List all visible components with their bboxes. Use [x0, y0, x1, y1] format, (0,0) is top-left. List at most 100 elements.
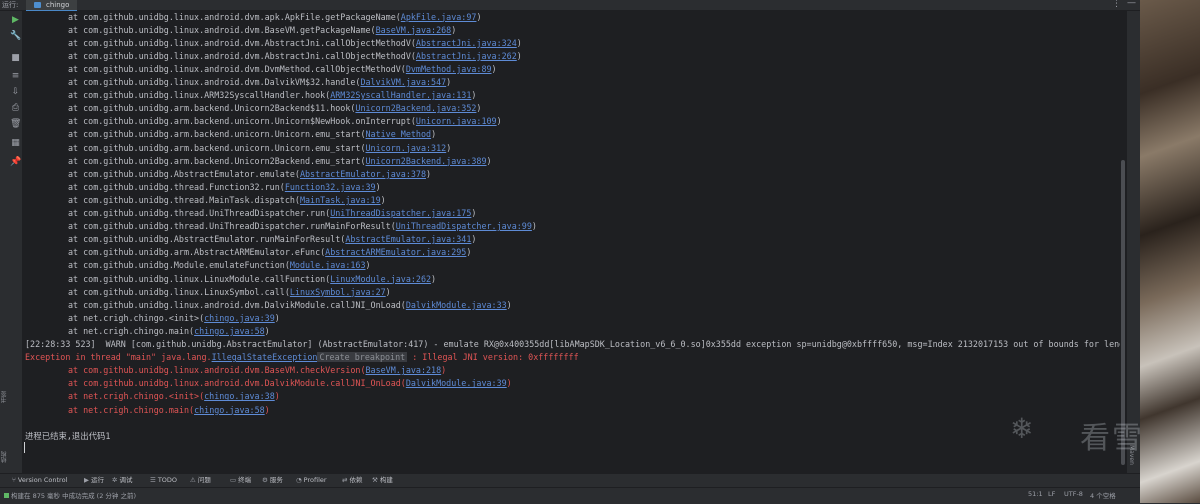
- tool-window-label: 服务: [269, 476, 283, 484]
- source-link[interactable]: AbstractJni.java:324: [416, 38, 517, 48]
- line-text: at com.github.unidbg.linux.android.dvm.A…: [68, 50, 416, 61]
- trash-icon[interactable]: 🗑: [10, 119, 21, 129]
- console-line: at com.github.unidbg.thread.UniThreadDis…: [25, 207, 476, 220]
- source-link[interactable]: AbstractEmulator.java:378: [300, 169, 426, 179]
- tool-window-3[interactable]: ☰ TODO: [150, 475, 177, 485]
- tool-window-7[interactable]: ◔ Profiler: [296, 475, 327, 485]
- error-line: at com.github.unidbg.linux.android.dvm.B…: [25, 364, 446, 377]
- line-text-tail: ): [426, 168, 432, 179]
- bookmarks-stripe-label[interactable]: 书签: [0, 391, 9, 403]
- layout-icon[interactable]: ▦: [10, 138, 21, 148]
- source-link[interactable]: ApkFile.java:97: [401, 12, 477, 22]
- run-config-icon: [34, 2, 41, 8]
- tool-window-6[interactable]: ⚙ 服务: [262, 475, 283, 485]
- line-text-tail: ): [471, 234, 477, 245]
- line-text: at com.github.unidbg.AbstractEmulator.em…: [68, 168, 300, 179]
- tool-window-0[interactable]: ⑂ Version Control: [12, 475, 67, 485]
- line-text-tail: ): [516, 37, 522, 48]
- source-link[interactable]: IllegalStateException: [212, 352, 318, 362]
- console-output[interactable]: at com.github.unidbg.linux.android.dvm.a…: [23, 11, 1126, 473]
- console-line: at com.github.unidbg.linux.android.dvm.D…: [25, 299, 512, 312]
- console-line: at com.github.unidbg.thread.MainTask.dis…: [25, 194, 386, 207]
- indent-setting[interactable]: 4 个空格: [1090, 490, 1116, 500]
- caret-position[interactable]: 51:1: [1028, 490, 1043, 498]
- minimize-icon[interactable]: —: [1127, 0, 1136, 8]
- source-link[interactable]: BaseVM.java:218: [366, 365, 442, 375]
- source-link[interactable]: DvmMethod.java:89: [406, 64, 492, 74]
- line-separator[interactable]: LF: [1048, 490, 1055, 498]
- console-line: at com.github.unidbg.arm.backend.Unicorn…: [25, 102, 481, 115]
- print-icon[interactable]: ⎙: [10, 103, 21, 113]
- line-text-tail: ): [375, 181, 381, 192]
- source-link[interactable]: Module.java:163: [290, 260, 366, 270]
- line-text-tail: ): [506, 378, 512, 389]
- more-options-icon[interactable]: ⋮: [1112, 0, 1121, 9]
- source-link[interactable]: Native Method: [366, 129, 432, 139]
- source-link[interactable]: BaseVM.java:268: [376, 25, 452, 35]
- source-link[interactable]: Function32.java:39: [285, 182, 376, 192]
- source-link[interactable]: Unicorn.java:312: [366, 143, 447, 153]
- run-label: 运行:: [2, 1, 19, 9]
- tool-window-4[interactable]: ⚠ 问题: [190, 475, 211, 485]
- console-line: [22:28:33 523] WARN [com.github.unidbg.A…: [25, 338, 1126, 351]
- line-text-tail: ): [274, 312, 280, 323]
- source-link[interactable]: LinuxModule.java:262: [330, 274, 431, 284]
- soft-wrap-icon[interactable]: ≡: [10, 71, 21, 81]
- error-line: at com.github.unidbg.linux.android.dvm.D…: [25, 377, 512, 390]
- source-link[interactable]: ARM32SyscallHandler.java:131: [330, 90, 471, 100]
- scroll-to-end-icon[interactable]: ⇩: [10, 87, 21, 97]
- line-text: at com.github.unidbg.linux.android.dvm.D…: [68, 63, 406, 74]
- wrench-icon[interactable]: 🔧: [10, 31, 21, 41]
- watermark-text: 看雪: [1080, 421, 1144, 456]
- tool-window-1[interactable]: ▶ 运行: [84, 475, 104, 485]
- tool-window-2[interactable]: ✲ 调试: [112, 475, 132, 485]
- source-link[interactable]: chingo.java:58: [194, 405, 265, 415]
- build-status-message[interactable]: 构建在 875 毫秒 中成功完成 (2 分钟 之前): [4, 490, 136, 500]
- rerun-icon[interactable]: ▶: [10, 15, 21, 25]
- console-line: at net.crigh.chingo.main(chingo.java:58): [25, 325, 270, 338]
- line-text: at com.github.unidbg.arm.backend.Unicorn…: [68, 103, 356, 114]
- line-text: at com.github.unidbg.linux.LinuxModule.c…: [68, 273, 331, 284]
- tool-window-label: 终端: [238, 476, 252, 484]
- tool-window-8[interactable]: ⇄ 依赖: [342, 475, 362, 485]
- source-link[interactable]: UniThreadDispatcher.java:175: [330, 208, 471, 218]
- build-ok-icon: [4, 493, 9, 498]
- line-text-tail: ): [380, 194, 386, 205]
- source-link[interactable]: chingo.java:58: [194, 326, 265, 336]
- file-encoding[interactable]: UTF-8: [1064, 490, 1083, 498]
- line-text-tail: ): [274, 391, 280, 402]
- source-link[interactable]: DalvikModule.java:33: [406, 300, 507, 310]
- line-text: at com.github.unidbg.linux.ARM32SyscallH…: [68, 90, 331, 101]
- stop-icon[interactable]: ■: [10, 53, 21, 63]
- source-link[interactable]: DalvikVM.java:547: [360, 77, 446, 87]
- source-link[interactable]: LinuxSymbol.java:27: [290, 287, 386, 297]
- tool-window-icon: ▭: [230, 476, 237, 484]
- console-line: at com.github.unidbg.linux.android.dvm.B…: [25, 24, 456, 37]
- console-line: at com.github.unidbg.linux.android.dvm.D…: [25, 76, 451, 89]
- line-text: Exception in thread "main" java.lang.: [25, 352, 212, 363]
- source-link[interactable]: MainTask.java:19: [300, 195, 381, 205]
- source-link[interactable]: Unicorn2Backend.java:352: [355, 103, 476, 113]
- structure-stripe-label[interactable]: 结构: [0, 451, 9, 463]
- line-text: at net.crigh.chingo.<init>(: [68, 391, 205, 402]
- line-text: at com.github.unidbg.arm.backend.unicorn…: [68, 129, 366, 140]
- source-link[interactable]: AbstractJni.java:262: [416, 51, 517, 61]
- source-link[interactable]: chingo.java:38: [204, 391, 275, 401]
- tool-window-icon: ✲: [112, 476, 118, 484]
- source-link[interactable]: DalvikModule.java:39: [406, 378, 507, 388]
- error-line: at net.crigh.chingo.<init>(chingo.java:3…: [25, 390, 280, 403]
- text-caret: [24, 442, 25, 453]
- create-breakpoint-button[interactable]: Create breakpoint: [317, 352, 408, 363]
- line-text-tail: ): [471, 90, 477, 101]
- console-line: at com.github.unidbg.thread.Function32.r…: [25, 181, 381, 194]
- source-link[interactable]: AbstractARMEmulator.java:295: [325, 247, 466, 257]
- source-link[interactable]: Unicorn2Backend.java:389: [366, 156, 487, 166]
- line-text-tail: ): [264, 404, 270, 415]
- source-link[interactable]: chingo.java:39: [204, 313, 275, 323]
- tool-window-5[interactable]: ▭ 终端: [230, 475, 251, 485]
- source-link[interactable]: AbstractEmulator.java:341: [345, 234, 471, 244]
- source-link[interactable]: UniThreadDispatcher.java:99: [396, 221, 532, 231]
- tool-window-9[interactable]: ⚒ 构建: [372, 475, 393, 485]
- pin-icon[interactable]: 📌: [10, 157, 21, 167]
- source-link[interactable]: Unicorn.java:109: [416, 116, 497, 126]
